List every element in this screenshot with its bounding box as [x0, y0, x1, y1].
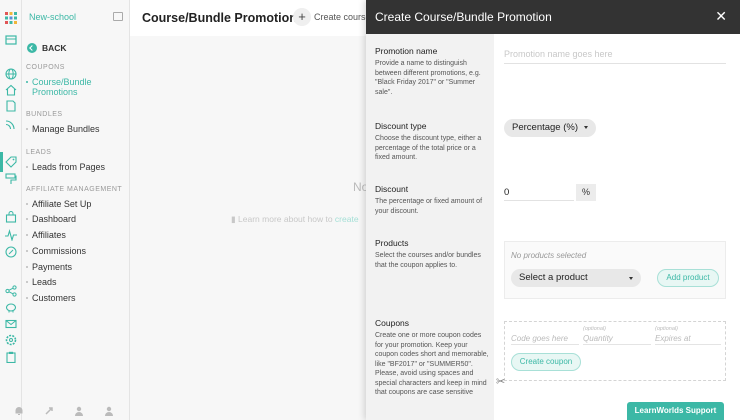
collapse-icon[interactable]	[113, 12, 123, 21]
page-title: Course/Bundle Promotions	[142, 11, 304, 25]
sidebar-item-leads[interactable]: Leads	[26, 277, 57, 287]
products-box: No products selected Select a product Ad…	[504, 241, 726, 299]
promotion-name-description: Provide a name to distinguish between di…	[375, 60, 481, 96]
page-icon[interactable]	[5, 100, 17, 112]
back-label: BACK	[42, 43, 67, 53]
close-icon[interactable]: ✕	[715, 9, 727, 23]
sidebar-item-manage-bundles[interactable]: Manage Bundles	[26, 124, 100, 134]
section-bundles: BUNDLES	[26, 111, 63, 118]
modal-title: Create Course/Bundle Promotion	[375, 10, 552, 24]
sidebar-item-dashboard[interactable]: Dashboard	[26, 214, 76, 224]
coupons-label: Coupons	[375, 318, 410, 328]
promotion-name-input[interactable]	[504, 44, 726, 64]
sidebar-nav: New-school BACK COUPONS Course/Bundle Pr…	[22, 0, 130, 420]
section-leads: LEADS	[26, 149, 52, 156]
paint-roller-icon[interactable]	[5, 173, 17, 185]
main-content	[130, 36, 366, 420]
discount-type-description: Choose the discount type, either a perce…	[375, 135, 482, 161]
active-indicator	[0, 152, 3, 172]
discount-description: The percentage or fixed amount of your d…	[375, 198, 483, 215]
sidebar-item-commissions[interactable]: Commissions	[26, 246, 86, 256]
section-affiliate-management: AFFILIATE MANAGEMENT	[26, 186, 123, 193]
discount-unit: %	[576, 184, 596, 201]
learn-more-text: ▮ Learn more about how to create	[231, 214, 359, 224]
coupon-code-field[interactable]: Code goes here	[511, 327, 579, 345]
brand-name[interactable]: New-school	[29, 12, 76, 22]
pulse-icon[interactable]	[5, 229, 17, 241]
add-product-button[interactable]: Add product	[657, 269, 719, 287]
coupons-description: Create one or more coupon codes for your…	[375, 332, 489, 396]
sidebar-item-course-bundle-promotions[interactable]: Course/Bundle Promotions	[26, 77, 102, 97]
create-promotion-modal: Create Course/Bundle Promotion ✕ Promoti…	[366, 0, 740, 420]
icon-rail	[0, 0, 22, 420]
promotion-name-label: Promotion name	[375, 46, 438, 56]
products-label: Products	[375, 238, 409, 248]
home-icon[interactable]	[5, 84, 17, 96]
sidebar-item-leads-from-pages[interactable]: Leads from Pages	[26, 162, 105, 172]
support-button[interactable]: LearnWorlds Support	[627, 402, 724, 420]
sidebar-item-payments[interactable]: Payments	[26, 262, 72, 272]
coupons-box: Code goes here (optional) Quantity (opti…	[504, 321, 726, 381]
info-icon: ▮	[231, 214, 239, 224]
bell-icon[interactable]	[14, 403, 24, 415]
chevron-down-icon	[629, 277, 633, 280]
share-icon[interactable]	[5, 285, 17, 297]
chevron-down-icon	[584, 125, 589, 129]
back-arrow-icon	[27, 43, 37, 53]
user-icon[interactable]	[74, 403, 84, 416]
section-coupons: COUPONS	[26, 64, 65, 71]
discount-type-label: Discount type	[375, 121, 427, 131]
rocket-icon[interactable]	[44, 403, 54, 415]
book-icon[interactable]	[5, 34, 17, 46]
mail-icon[interactable]	[5, 318, 17, 330]
rss-icon[interactable]	[5, 118, 17, 130]
scissors-icon: ✂	[496, 376, 506, 388]
plus-icon[interactable]: +	[293, 8, 311, 26]
create-coupon-button[interactable]: Create coupon	[511, 353, 581, 371]
products-description: Select the courses and/or bundles that t…	[375, 252, 481, 269]
empty-state-text: No	[353, 180, 366, 194]
clipboard-icon[interactable]	[5, 351, 17, 363]
no-products-text: No products selected	[511, 251, 587, 260]
percent-icon[interactable]	[5, 246, 17, 258]
piggy-bank-icon[interactable]	[5, 301, 17, 313]
coupon-quantity-field[interactable]: (optional) Quantity	[583, 326, 651, 345]
gear-icon[interactable]	[5, 334, 17, 346]
create-course-link[interactable]: Create course	[314, 12, 367, 22]
sidebar-item-customers[interactable]: Customers	[26, 293, 76, 303]
discount-label: Discount	[375, 184, 409, 194]
modal-header: Create Course/Bundle Promotion ✕	[366, 0, 740, 34]
back-button[interactable]: BACK	[27, 43, 67, 53]
learn-more-link[interactable]: create	[335, 214, 359, 224]
sidebar-item-affiliate-set-up[interactable]: Affiliate Set Up	[26, 199, 91, 209]
user-gear-icon[interactable]	[104, 403, 114, 416]
discount-type-select[interactable]: Percentage (%)	[504, 119, 597, 137]
select-product-dropdown[interactable]: Select a product	[511, 269, 641, 287]
tag-icon[interactable]	[5, 156, 17, 168]
globe-icon[interactable]	[5, 68, 17, 80]
coupon-expires-field[interactable]: (optional) Expires at	[655, 326, 721, 345]
sidebar-item-affiliates[interactable]: Affiliates	[26, 230, 66, 240]
discount-input[interactable]	[504, 184, 574, 201]
apps-icon[interactable]	[5, 12, 17, 24]
bag-icon[interactable]	[5, 211, 17, 223]
